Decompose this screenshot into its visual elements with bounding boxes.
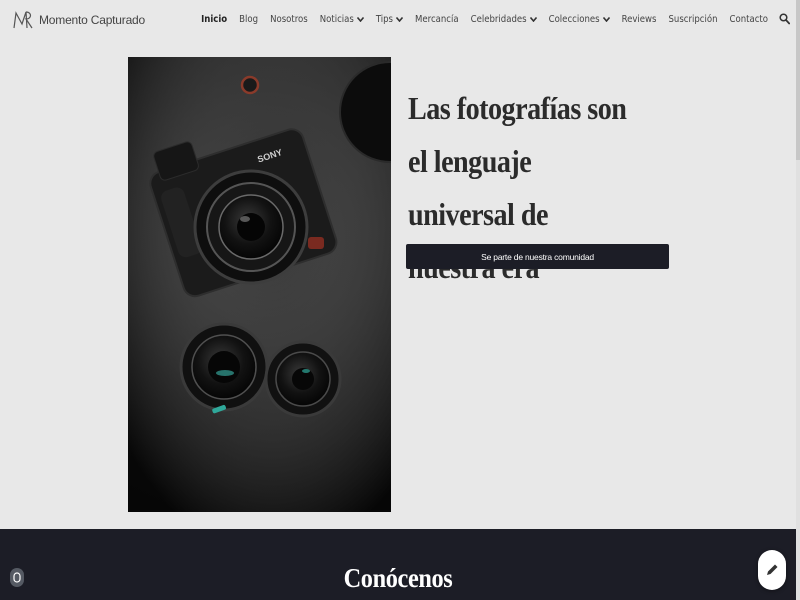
- info-icon[interactable]: [10, 568, 24, 587]
- nav-item-noticias[interactable]: Noticias: [320, 14, 364, 25]
- nav-item-suscripcion[interactable]: Suscripción: [668, 14, 717, 25]
- main-nav: Inicio Blog Nosotros Noticias Tips Merca…: [201, 14, 768, 25]
- nav-item-contacto[interactable]: Contacto: [730, 14, 768, 25]
- nav-item-reviews[interactable]: Reviews: [622, 14, 657, 25]
- nav-item-blog[interactable]: Blog: [239, 14, 258, 25]
- pencil-icon: [767, 564, 778, 575]
- join-community-button[interactable]: Se parte de nuestra comunidad: [406, 244, 669, 269]
- chevron-down-icon: [356, 17, 364, 22]
- nav-label: Mercancía: [415, 14, 459, 25]
- site-header: Momento Capturado Inicio Blog Nosotros N…: [0, 0, 800, 42]
- nav-label: Celebridades: [470, 14, 527, 25]
- nav-label: Noticias: [319, 14, 354, 25]
- nav-label: Tips: [375, 14, 394, 25]
- site-title[interactable]: Momento Capturado: [39, 13, 145, 27]
- nav-label: Reviews: [621, 14, 657, 25]
- nav-label: Colecciones: [548, 14, 600, 25]
- nav-label: Contacto: [729, 14, 768, 25]
- nav-item-celebridades[interactable]: Celebridades: [471, 14, 537, 25]
- nav-item-mercancia[interactable]: Mercancía: [415, 14, 459, 25]
- chevron-down-icon: [396, 17, 404, 22]
- nav-label: Blog: [239, 14, 259, 25]
- nav-item-colecciones[interactable]: Colecciones: [549, 14, 610, 25]
- nav-item-tips[interactable]: Tips: [375, 14, 404, 25]
- nav-item-inicio[interactable]: Inicio: [201, 14, 227, 25]
- info-glyph: [13, 572, 21, 583]
- hero-image: SONY: [128, 57, 391, 512]
- scrollbar-thumb[interactable]: [796, 0, 800, 160]
- site-logo[interactable]: [12, 9, 34, 31]
- nav-label: Nosotros: [270, 14, 308, 25]
- section-title: Conócenos: [343, 563, 453, 593]
- nav-label: Inicio: [201, 14, 228, 25]
- chevron-down-icon: [529, 17, 537, 22]
- search-icon[interactable]: [779, 13, 790, 25]
- scrollbar[interactable]: [796, 0, 800, 600]
- nav-label: Suscripción: [668, 14, 718, 25]
- camera-and-lenses-photo: SONY: [128, 57, 391, 512]
- nav-item-nosotros[interactable]: Nosotros: [270, 14, 308, 25]
- chevron-down-icon: [602, 17, 610, 22]
- edit-button[interactable]: [758, 550, 786, 590]
